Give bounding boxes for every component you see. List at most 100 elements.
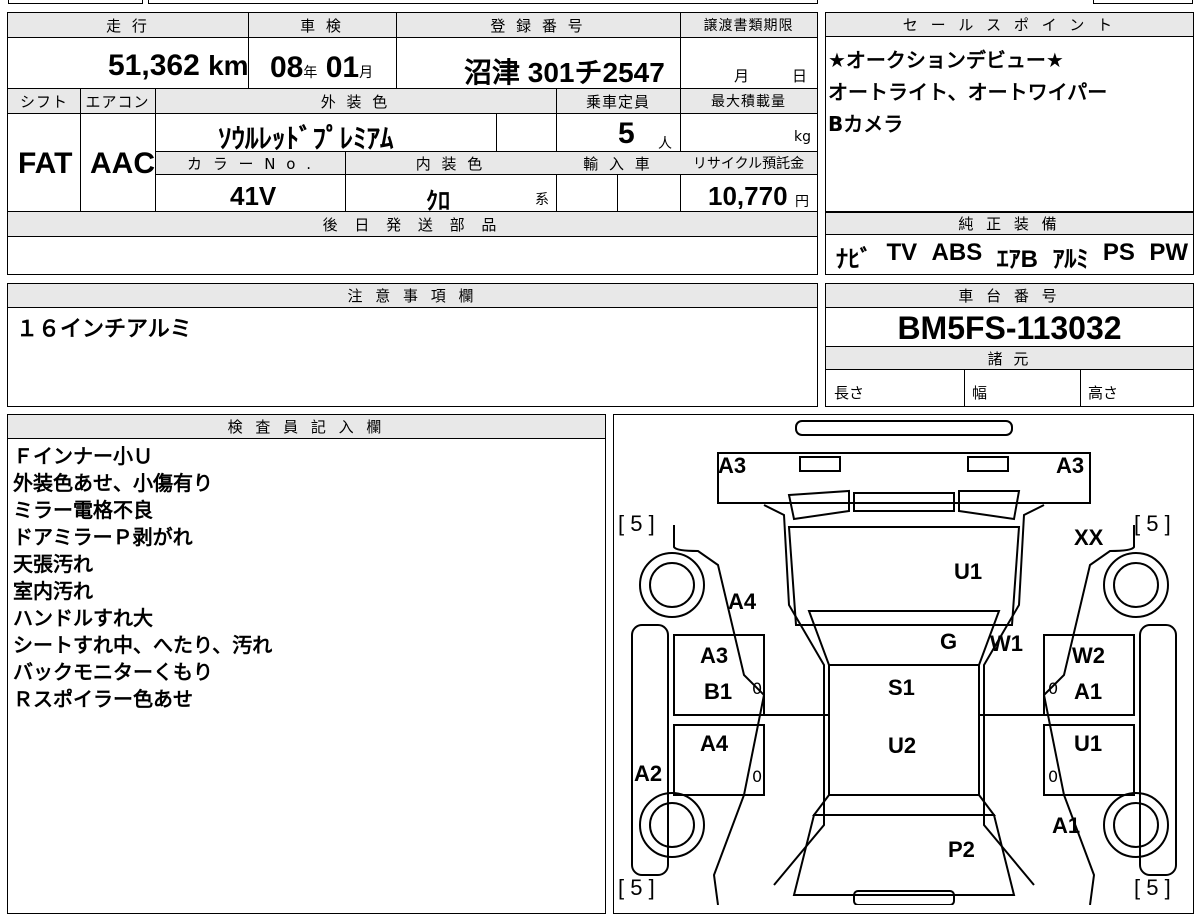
equipment-item: ｴｱB [996,246,1038,273]
damage-mark: A4 [700,731,729,756]
damage-mark: XX [1074,525,1104,550]
damage-mark: W2 [1072,643,1105,668]
inspector-notes: Ｆインナー小Ｕ 外装色あせ、小傷有り ミラー電格不良 ドアミラーＰ剥がれ 天張汚… [13,443,272,713]
damage-mark: U1 [954,559,983,584]
width-label: 幅 [972,384,988,402]
capacity-unit: 人 [658,136,672,152]
vehicle-info-grid: 走 行 車 検 登 録 番 号 譲渡書類期限 51,362 km 08年 01月… [7,12,818,275]
import-label: 輸 入 車 [556,152,680,174]
tire-tread-front-left: [ 5 ] [618,511,655,536]
exterior-color-label: 外 装 色 [155,89,556,113]
mileage-unit: km [208,50,249,81]
caution-label: 注 意 事 項 欄 [8,284,817,308]
inspector-note: ハンドルすれ大 [13,606,153,630]
capacity-value: 5 [618,117,635,150]
equipment-item: ﾅﾋﾞ [836,246,872,273]
inspector-note: 外装色あせ、小傷有り [13,471,213,495]
length-label: 長さ [834,384,865,402]
inspector-label: 検 査 員 記 入 欄 [8,415,605,439]
equipment-item: ABS [931,239,983,266]
inspector-note: Ｒスポイラー色あせ [13,687,193,711]
ac-label: エアコン [80,89,155,113]
inspection-value: 08年 01月 [270,51,373,85]
inspector-note: 室内汚れ [13,579,93,603]
inspector-note: 天張汚れ [13,552,93,576]
damage-mark: 0 [1048,767,1059,786]
equipment-item: PW [1149,239,1188,266]
ac-value: AAC [90,147,155,180]
damage-mark: A2 [634,761,663,786]
inspection-month: 01 [325,51,360,84]
inspector-note: Ｆインナー小Ｕ [13,444,153,468]
max-load-label: 最大積載量 [680,89,817,113]
damage-mark: 0 [752,679,763,698]
specs-label: 諸 元 [826,347,1193,369]
inspector-box: 検 査 員 記 入 欄 Ｆインナー小Ｕ 外装色あせ、小傷有り ミラー電格不良 ド… [7,414,606,914]
equipment-item: PS [1102,239,1135,266]
registration-number: 沼津 301チ2547 [464,57,665,88]
recycle-fee-value: 10,770 [708,181,788,211]
month-unit: 月 [359,64,374,80]
equipment-label: 純 正 装 備 [826,213,1193,235]
year-unit: 年 [303,64,318,80]
top-strip-cell [1093,0,1193,4]
damage-mark: U2 [888,733,917,758]
damage-mark: B1 [704,679,733,704]
damage-mark: A3 [700,643,729,668]
shift-label: シフト [8,89,80,113]
chassis-number: BM5FS-113032 [897,310,1122,346]
tire-tread-rear-left: [ 5 ] [618,875,655,900]
transfer-deadline-label: 譲渡書類期限 [680,13,817,37]
damage-mark: 0 [752,767,763,786]
interior-color-label: 内 装 色 [345,152,556,174]
sales-point-label: セ ー ル ス ポ イ ン ト [826,13,1193,37]
inspector-note: ドアミラーＰ剥がれ [13,525,193,549]
tire-tread-front-right: [ 5 ] [1134,511,1171,536]
chassis-box: 車 台 番 号 BM5FS-113032 諸 元 長さ 幅 高さ [825,283,1194,407]
inspector-note: ミラー電格不良 [13,498,153,522]
color-number-label: カ ラ ー N o . [156,152,345,174]
chassis-number-label: 車 台 番 号 [826,284,1193,308]
caution-box: 注 意 事 項 欄 １６インチアルミ [7,283,818,407]
damage-mark: W1 [990,631,1023,656]
sales-point-box: セ ー ル ス ポ イ ン ト ★オークションデビュー★ オートライト、オートワ… [825,12,1194,212]
interior-color-unit: 系 [535,192,549,208]
equipment-item: ｱﾙﾐ [1052,246,1089,273]
damage-mark: A3 [1056,453,1085,478]
capacity-label: 乗車定員 [556,89,680,113]
recycle-fee-unit: 円 [795,194,809,210]
sales-line: Bカメラ [828,112,904,136]
shift-value: FAT [18,147,73,180]
inspection-year: 08 [270,51,304,84]
height-label: 高さ [1088,384,1119,402]
mileage-label: 走 行 [8,13,248,37]
damage-mark: A1 [1074,679,1103,704]
inspector-note: バックモニターくもり [13,660,213,684]
caution-text: １６インチアルミ [16,317,192,342]
sales-line: ★オークションデビュー★ [828,48,1064,72]
damage-mark: A3 [718,453,747,478]
damage-mark: A4 [728,589,757,614]
transfer-day-label: 日 [792,67,808,85]
recycle-label: リサイクル預託金 [680,152,817,174]
damage-mark: 0 [1048,679,1059,698]
damage-mark: G [940,629,958,654]
mileage-value: 51,362 km [108,49,249,83]
mileage-number: 51,362 [108,49,200,82]
color-number-value: 41V [230,181,277,211]
equipment-list: ﾅﾋﾞ TV ABS ｴｱB ｱﾙﾐ PS PW [836,239,1188,274]
later-parts-label: 後 日 発 送 部 品 [8,212,817,236]
damage-mark: A1 [1052,813,1081,838]
top-strip-cell [8,0,143,4]
damage-mark: U1 [1074,731,1103,756]
transfer-month-label: 月 [734,67,750,85]
damage-mark: S1 [888,675,915,700]
inspection-label: 車 検 [248,13,396,37]
top-strip-cell [148,0,818,4]
registration-label: 登 録 番 号 [396,13,680,37]
equipment-item: TV [886,239,918,266]
inspector-note: シートすれ中、へたり、汚れ [13,633,273,657]
equipment-box: 純 正 装 備 ﾅﾋﾞ TV ABS ｴｱB ｱﾙﾐ PS PW [825,212,1194,275]
tire-tread-rear-right: [ 5 ] [1134,875,1171,900]
max-load-unit: kg [794,129,811,145]
